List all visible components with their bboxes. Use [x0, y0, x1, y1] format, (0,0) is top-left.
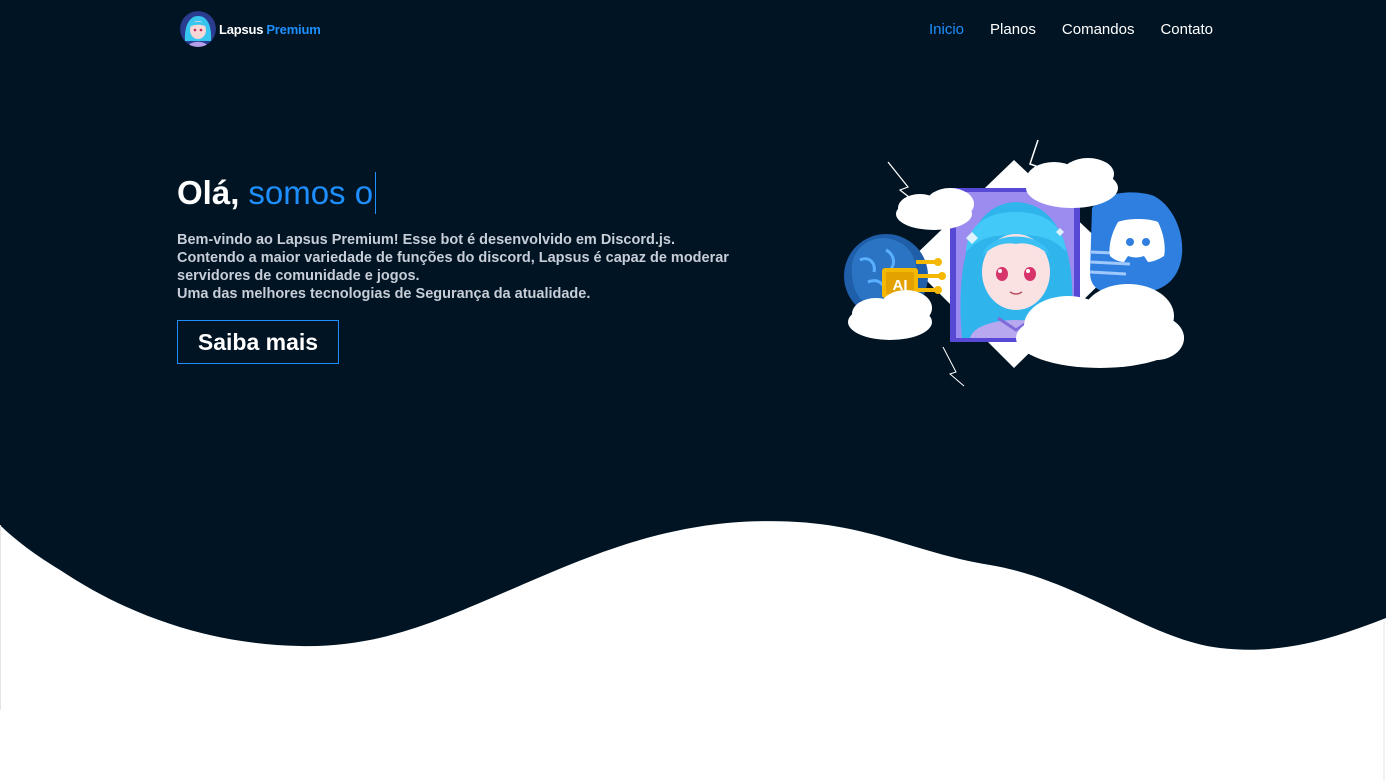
saiba-mais-button[interactable]: Saiba mais [177, 320, 339, 364]
cloud-icon [1026, 158, 1118, 208]
brand-accent: Premium [266, 21, 321, 37]
hero-title: Olá, somos o [177, 172, 377, 214]
main-nav: Inicio Planos Comandos Contato [929, 19, 1213, 39]
hero-description-line: Uma das melhores tecnologias de Seguranç… [177, 286, 591, 302]
cloud-icon [896, 188, 974, 230]
hero-description: Bem-vindo ao Lapsus Premium! Esse bot é … [177, 231, 777, 303]
brand-avatar-icon [180, 11, 216, 47]
hero-title-typed-text: somos o [248, 174, 374, 211]
nav-item-planos[interactable]: Planos [990, 21, 1036, 38]
hero-title-prefix: Olá, [177, 174, 240, 211]
nav-item-contato[interactable]: Contato [1160, 21, 1213, 38]
nav-item-comandos[interactable]: Comandos [1062, 21, 1135, 38]
typing-caret [375, 172, 377, 214]
landing-page: Lapsus Premium Inicio Planos Comandos Co… [0, 0, 1386, 781]
hero-description-line: Bem-vindo ao Lapsus Premium! Esse bot é … [177, 232, 675, 248]
discord-icon [1089, 192, 1183, 292]
hero-description-line: Contendo a maior variedade de funções do… [177, 250, 729, 266]
site-header: Lapsus Premium Inicio Planos Comandos Co… [0, 0, 1386, 58]
nav-item-inicio[interactable]: Inicio [929, 21, 964, 38]
brand-logo-link[interactable]: Lapsus Premium [180, 10, 321, 48]
hero-wave-background [0, 0, 1386, 781]
hero-illustration: AI [844, 139, 1184, 387]
brand-name: Lapsus [219, 21, 264, 37]
hero-description-line: servidores de comunidade e jogos. [177, 268, 420, 284]
